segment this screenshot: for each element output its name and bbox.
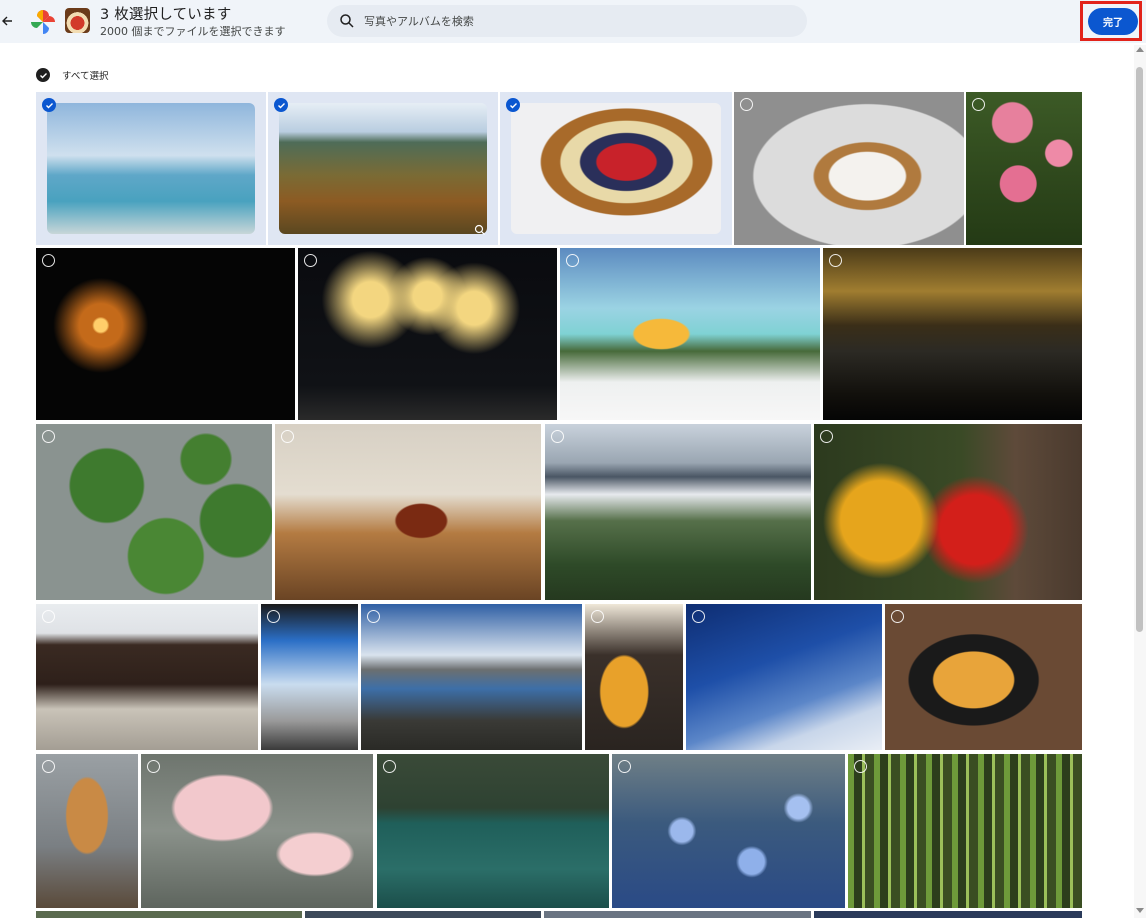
search-input[interactable]	[364, 11, 784, 31]
photo-row6-2[interactable]	[305, 911, 541, 918]
photo-pink-roses[interactable]	[966, 92, 1082, 245]
select-circle-icon[interactable]	[42, 760, 55, 773]
select-circle-icon[interactable]	[854, 760, 867, 773]
select-circle-icon[interactable]	[820, 430, 833, 443]
search-icon	[339, 13, 355, 29]
select-circle-icon[interactable]	[267, 610, 280, 623]
select-circle-icon[interactable]	[367, 610, 380, 623]
photo-beer-cup[interactable]	[585, 604, 683, 750]
page-title: 3 枚選択しています	[100, 7, 232, 23]
photo-temple-hall[interactable]	[36, 604, 258, 750]
select-circle-icon[interactable]	[618, 760, 631, 773]
check-circle-icon	[36, 68, 50, 82]
photo-fruit-tart[interactable]	[500, 92, 732, 245]
select-circle-icon[interactable]	[692, 610, 705, 623]
photo-row6-1[interactable]	[36, 911, 302, 918]
photo-row6-4[interactable]	[814, 911, 1082, 918]
photo-ocean[interactable]	[36, 92, 266, 245]
select-circle-icon[interactable]	[891, 610, 904, 623]
selected-check-icon	[506, 98, 520, 112]
scroll-down-arrow-icon[interactable]	[1136, 908, 1144, 913]
photo-mountain-ridge[interactable]	[545, 424, 811, 600]
photo-blue-flowers[interactable]	[612, 754, 845, 908]
photo-sparkler[interactable]	[36, 248, 295, 420]
select-circle-icon[interactable]	[42, 610, 55, 623]
select-all[interactable]: すべて選択	[36, 68, 108, 82]
selected-check-icon	[42, 98, 56, 112]
photo-bamboo[interactable]	[848, 754, 1082, 908]
selected-preview-thumbnail	[65, 8, 90, 33]
photo-kyoto-tower[interactable]	[261, 604, 358, 750]
google-photos-logo-icon	[30, 9, 56, 35]
photo-green-lake[interactable]	[377, 754, 609, 908]
photo-shiba-dog[interactable]	[36, 754, 138, 908]
photo-airplane-wing[interactable]	[686, 604, 882, 750]
select-circle-icon[interactable]	[42, 254, 55, 267]
photo-red-leaves[interactable]	[814, 424, 1082, 600]
photo-row6-3[interactable]	[544, 911, 811, 918]
select-circle-icon[interactable]	[42, 430, 55, 443]
select-circle-icon[interactable]	[304, 254, 317, 267]
zoom-icon[interactable]	[474, 221, 486, 235]
photo-flamingo[interactable]	[141, 754, 373, 908]
select-circle-icon[interactable]	[591, 610, 604, 623]
select-all-label: すべて選択	[62, 71, 109, 82]
photo-sunset-sea[interactable]	[823, 248, 1082, 420]
photo-mountain-autumn[interactable]	[268, 92, 498, 245]
photo-fireworks[interactable]	[298, 248, 557, 420]
select-circle-icon[interactable]	[281, 430, 294, 443]
scrollbar-thumb[interactable]	[1136, 67, 1143, 632]
back-arrow-icon[interactable]	[0, 10, 14, 32]
photo-mousse-cake[interactable]	[734, 92, 964, 245]
selected-check-icon	[274, 98, 288, 112]
photo-harbor[interactable]	[361, 604, 582, 750]
done-button[interactable]: 完了	[1088, 8, 1138, 35]
photo-beer-beach[interactable]	[560, 248, 820, 420]
search-bar[interactable]	[327, 5, 807, 37]
scroll-up-arrow-icon[interactable]	[1136, 47, 1144, 52]
photo-watermelons[interactable]	[36, 424, 272, 600]
page-subtitle: 2000 個までファイルを選択できます	[100, 25, 286, 38]
photo-ramen[interactable]	[885, 604, 1082, 750]
photo-dark-beer[interactable]	[275, 424, 541, 600]
select-circle-icon[interactable]	[829, 254, 842, 267]
select-circle-icon[interactable]	[551, 430, 564, 443]
select-circle-icon[interactable]	[972, 98, 985, 111]
select-circle-icon[interactable]	[566, 254, 579, 267]
select-circle-icon[interactable]	[740, 98, 753, 111]
select-circle-icon[interactable]	[147, 760, 160, 773]
select-circle-icon[interactable]	[383, 760, 396, 773]
